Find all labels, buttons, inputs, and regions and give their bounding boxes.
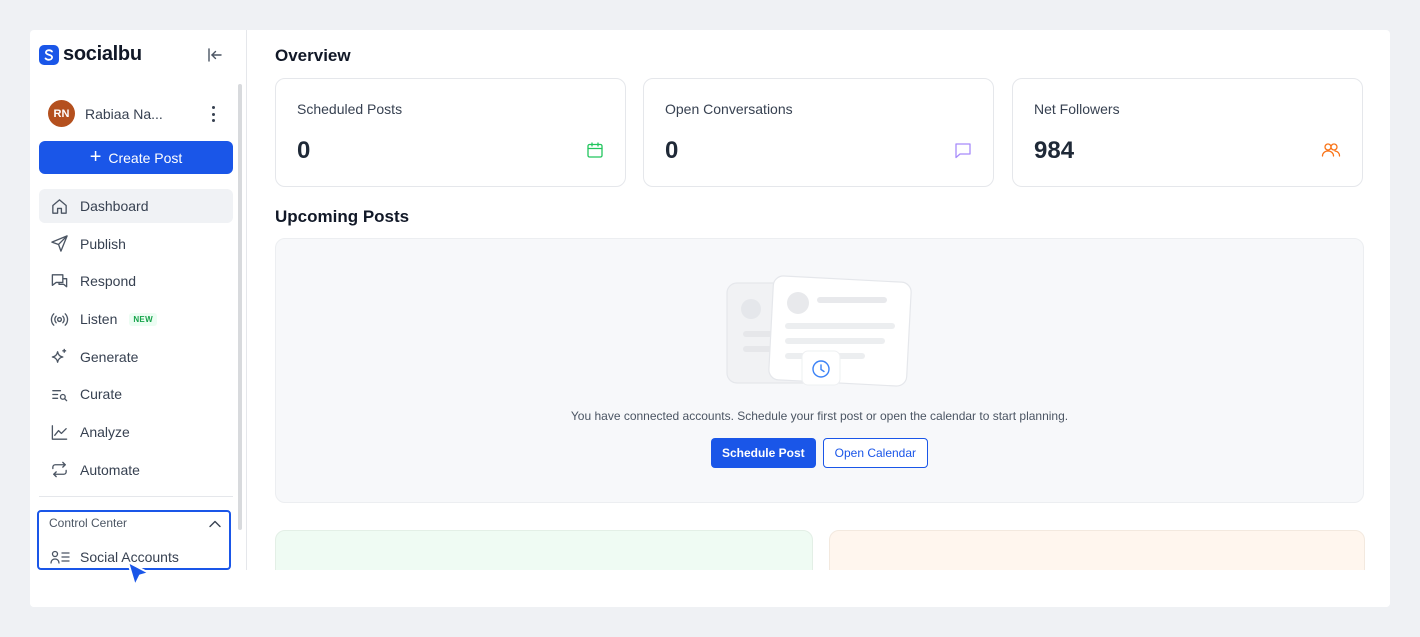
brand-name: socialbu [63,43,142,65]
sidebar-item-label: Automate [80,461,140,478]
stat-card-value: 0 [665,137,679,164]
stat-card-label: Scheduled Posts [297,101,403,117]
broadcast-icon [50,312,69,326]
plus-icon: + [89,145,102,168]
sidebar-item-label: Respond [80,273,137,290]
new-badge: NEW [129,312,157,326]
chart-line-icon [51,424,68,440]
sidebar-item-publish[interactable]: Publish [39,227,233,261]
socialbu-logo-icon [39,44,59,65]
user-profile[interactable]: RN Rabiaa Na... [48,100,163,127]
overview-title: Overview [275,46,351,65]
sidebar-item-label: Analyze [80,424,130,441]
empty-state-actions: Schedule Post Open Calendar [276,438,1363,468]
empty-posts-illustration-icon [726,275,912,387]
stat-card-value: 984 [1034,137,1075,164]
sidebar: socialbu RN Rabiaa Na... + Create Post D… [30,30,247,570]
mouse-pointer-icon [127,561,150,587]
users-icon [1321,143,1341,157]
window-bottom-strip [30,570,1390,607]
stat-card-label: Open Conversations [665,101,793,117]
sidebar-item-respond[interactable]: Respond [39,264,233,298]
user-list-icon [50,550,70,564]
sidebar-item-analyze[interactable]: Analyze [39,415,233,449]
send-icon [51,235,68,252]
user-name: Rabiaa Na... [85,105,163,122]
stat-card-net-followers[interactable]: Net Followers 984 [1012,78,1363,187]
sidebar-item-generate[interactable]: Generate [39,340,233,374]
chat-icon [51,274,68,288]
message-icon [955,143,971,159]
sidebar-item-social-accounts[interactable]: Social Accounts [50,549,179,565]
sparkle-icon [51,349,67,364]
create-post-button[interactable]: + Create Post [39,141,233,174]
sidebar-item-automate[interactable]: Automate [39,453,233,487]
sidebar-scrollbar[interactable] [238,84,242,530]
sidebar-item-curate[interactable]: Curate [39,377,233,411]
upcoming-posts-title: Upcoming Posts [275,207,410,226]
sidebar-item-label: Generate [80,348,139,365]
open-calendar-button[interactable]: Open Calendar [822,438,929,468]
app-window: socialbu RN Rabiaa Na... + Create Post D… [30,30,1390,607]
list-search-icon [52,389,68,402]
stat-card-label: Net Followers [1034,101,1120,117]
brand-logo[interactable]: socialbu [39,43,142,66]
chevron-up-icon[interactable] [208,517,222,531]
calendar-icon [587,142,603,158]
more-options-icon[interactable] [208,104,218,124]
stat-card-value: 0 [297,137,311,164]
collapse-sidebar-icon[interactable] [206,46,224,64]
empty-state-text: You have connected accounts. Schedule yo… [570,409,1069,423]
schedule-post-button[interactable]: Schedule Post [710,438,816,468]
home-icon [52,198,67,214]
sidebar-item-label: Listen [80,311,118,328]
upcoming-posts-panel: You have connected accounts. Schedule yo… [275,238,1364,503]
sidebar-item-listen[interactable]: Listen NEW [39,302,233,336]
control-center-label: Control Center [49,516,128,530]
sidebar-item-label: Curate [80,386,123,403]
repeat-icon [52,462,67,478]
sidebar-item-label: Dashboard [80,198,149,214]
sidebar-divider [39,496,233,497]
sidebar-nav: Dashboard Publish Respond Listen NEW Gen… [39,189,233,491]
sidebar-item-dashboard[interactable]: Dashboard [39,189,233,223]
create-post-label: Create Post [108,149,183,166]
stat-card-open-conversations[interactable]: Open Conversations 0 [643,78,994,187]
sidebar-item-label: Publish [80,235,126,252]
stat-card-scheduled-posts[interactable]: Scheduled Posts 0 [275,78,626,187]
avatar: RN [48,100,75,127]
